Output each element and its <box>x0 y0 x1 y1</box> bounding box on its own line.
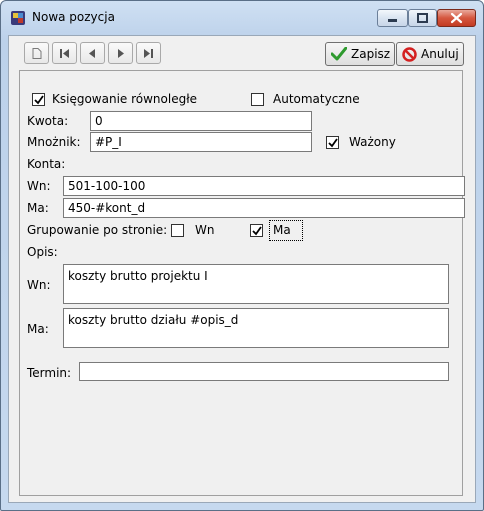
title-bar[interactable]: Nowa pozycja <box>1 1 483 35</box>
last-icon <box>144 49 153 58</box>
konto-wn-input[interactable]: 501-100-100 <box>63 176 465 196</box>
kwota-input[interactable]: 0 <box>90 111 312 131</box>
dialog-body: Zapisz Anuluj Księgowanie równoległe Aut… <box>8 35 476 503</box>
form-panel: Księgowanie równoległe Automatyczne Kwot… <box>19 70 465 496</box>
termin-label: Termin: <box>27 366 72 380</box>
nav-first-button[interactable] <box>52 42 77 64</box>
dialog-window: Nowa pozycja Zapisz Anuluj Księgowanie r… <box>0 0 484 511</box>
termin-input[interactable] <box>79 362 449 381</box>
opis-wn-textarea[interactable]: koszty brutto projektu I <box>63 264 449 304</box>
kwota-label: Kwota: <box>27 114 69 128</box>
close-button[interactable] <box>437 9 476 27</box>
konto-wn-label: Wn: <box>27 179 51 193</box>
next-icon <box>118 49 124 58</box>
close-icon <box>450 12 463 24</box>
automatyczne-label: Automatyczne <box>273 92 360 106</box>
check-icon <box>328 138 338 148</box>
cancel-icon <box>402 47 417 62</box>
grupowanie-wn-checkbox[interactable] <box>171 224 184 237</box>
rownolegle-label: Księgowanie równoległe <box>52 92 198 106</box>
nav-next-button[interactable] <box>108 42 133 64</box>
wazony-checkbox[interactable] <box>326 136 339 149</box>
save-button-label: Zapisz <box>351 47 391 61</box>
grupowanie-ma-checkbox[interactable] <box>250 224 263 237</box>
app-icon <box>11 11 25 25</box>
nav-new-button[interactable] <box>24 42 49 64</box>
opis-label: Opis: <box>27 245 58 259</box>
nav-last-button[interactable] <box>136 42 161 64</box>
maximize-button[interactable] <box>408 9 437 27</box>
mnoznik-label: Mnożnik: <box>27 135 81 149</box>
mnoznik-input[interactable]: #P_I <box>90 132 312 152</box>
save-button[interactable]: Zapisz <box>325 42 395 66</box>
minimize-button[interactable] <box>377 9 408 27</box>
minimize-icon <box>388 19 397 22</box>
check-icon <box>34 95 44 105</box>
grupowanie-wn-label: Wn <box>195 223 215 237</box>
automatyczne-checkbox[interactable] <box>251 93 264 106</box>
checkmark-icon <box>331 47 347 61</box>
check-icon <box>252 226 262 236</box>
nav-previous-button[interactable] <box>80 42 105 64</box>
grupowanie-ma-label: Ma <box>273 223 291 237</box>
grupowanie-label: Grupowanie po stronie: <box>27 223 168 237</box>
konto-ma-input[interactable]: 450-#kont_d <box>63 198 465 218</box>
cancel-button-label: Anuluj <box>421 47 459 61</box>
opis-wn-label: Wn: <box>27 278 51 292</box>
rownolegle-checkbox[interactable] <box>32 93 45 106</box>
opis-ma-label: Ma: <box>27 322 49 336</box>
konta-label: Konta: <box>27 157 66 171</box>
opis-ma-textarea[interactable]: koszty brutto działu #opis_d <box>63 308 449 348</box>
cancel-button[interactable]: Anuluj <box>396 42 464 66</box>
maximize-icon <box>417 13 428 23</box>
first-icon <box>60 49 69 58</box>
previous-icon <box>89 49 95 58</box>
window-title: Nowa pozycja <box>32 10 115 24</box>
new-record-icon <box>32 48 42 59</box>
konto-ma-label: Ma: <box>27 201 49 215</box>
wazony-label: Ważony <box>349 135 396 149</box>
